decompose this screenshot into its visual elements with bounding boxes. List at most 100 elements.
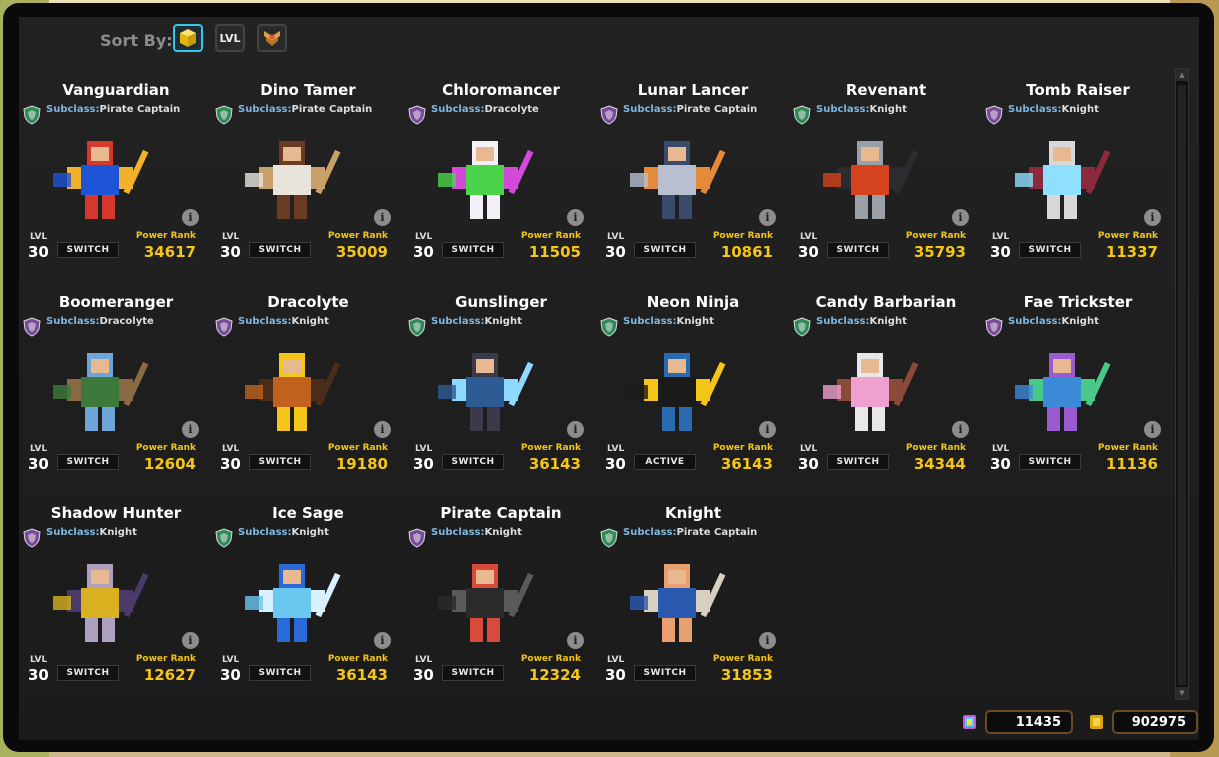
subclass-shield-icon xyxy=(408,528,426,548)
switch-class-button[interactable]: SWITCH xyxy=(57,454,119,470)
level-label: LVL xyxy=(800,444,818,454)
switch-class-button[interactable]: SWITCH xyxy=(249,665,311,681)
switch-class-button[interactable]: SWITCH xyxy=(827,454,889,470)
class-card[interactable]: Dino Tamer Subclass:Pirate Captain i LVL 30 S… xyxy=(215,79,401,279)
level-value: 30 xyxy=(413,455,434,473)
power-rank-value: 11505 xyxy=(528,243,581,261)
class-name: Pirate Captain xyxy=(440,504,562,522)
sort-by-level-button[interactable]: LVL xyxy=(215,24,245,52)
class-card[interactable]: Shadow Hunter Subclass:Knight i LVL 30 SWITCH… xyxy=(23,502,209,702)
switch-class-button[interactable]: SWITCH xyxy=(442,242,504,258)
class-card[interactable]: Chloromancer Subclass:Dracolyte i LVL 30 SWIT… xyxy=(408,79,594,279)
level-label: LVL xyxy=(222,655,240,665)
switch-class-button[interactable]: SWITCH xyxy=(57,242,119,258)
power-rank-value: 11337 xyxy=(1105,243,1158,261)
info-icon[interactable]: i xyxy=(374,209,391,226)
class-portrait xyxy=(438,353,534,431)
sort-by-power-button[interactable] xyxy=(173,24,203,52)
class-card[interactable]: Boomeranger Subclass:Dracolyte i LVL 30 SWITC… xyxy=(23,291,209,491)
info-icon[interactable]: i xyxy=(759,209,776,226)
info-icon[interactable]: i xyxy=(374,421,391,438)
subclass-text: Subclass:Pirate Captain xyxy=(623,104,757,115)
class-card[interactable]: Tomb Raiser Subclass:Knight i LVL 30 SWITCH Po… xyxy=(985,79,1171,279)
switch-class-button[interactable]: SWITCH xyxy=(1019,242,1081,258)
subclass-shield-icon xyxy=(215,528,233,548)
subclass-text: Subclass:Dracolyte xyxy=(431,104,539,115)
subclass-value: Dracolyte xyxy=(484,104,539,115)
subclass-shield-icon xyxy=(23,105,41,125)
cubits-icon xyxy=(963,715,976,729)
switch-class-button[interactable]: SWITCH xyxy=(634,242,696,258)
gold-coin-icon xyxy=(1090,715,1103,729)
power-rank-value: 35009 xyxy=(335,243,388,261)
class-card[interactable]: Knight Subclass:Pirate Captain i LVL 30 SWITC… xyxy=(600,502,786,702)
info-icon[interactable]: i xyxy=(567,632,584,649)
level-label: LVL xyxy=(222,444,240,454)
subclass-shield-icon xyxy=(23,528,41,548)
level-value: 30 xyxy=(990,243,1011,261)
subclass-key: Subclass: xyxy=(46,316,100,327)
scrollbar[interactable]: ▲ ▼ xyxy=(1175,68,1189,700)
class-card[interactable]: Ice Sage Subclass:Knight i LVL 30 SWITCH Power… xyxy=(215,502,401,702)
info-icon[interactable]: i xyxy=(759,632,776,649)
info-icon[interactable]: i xyxy=(952,209,969,226)
subclass-shield-icon xyxy=(600,105,618,125)
scroll-down-arrow-icon[interactable]: ▼ xyxy=(1176,687,1188,699)
class-name: Knight xyxy=(664,504,722,522)
gold-counter: 902975 xyxy=(1112,710,1198,734)
power-rank-value: 34617 xyxy=(143,243,196,261)
class-card[interactable]: Neon Ninja Subclass:Knight i LVL 30 ACTIVE Pow… xyxy=(600,291,786,491)
class-portrait xyxy=(630,353,726,431)
sort-by-rank-button[interactable] xyxy=(257,24,287,52)
subclass-text: Subclass:Knight xyxy=(238,527,329,538)
level-label: LVL xyxy=(222,232,240,242)
subclass-text: Subclass:Pirate Captain xyxy=(46,104,180,115)
active-class-button[interactable]: ACTIVE xyxy=(634,454,696,470)
switch-class-button[interactable]: SWITCH xyxy=(57,665,119,681)
level-value: 30 xyxy=(220,243,241,261)
info-icon[interactable]: i xyxy=(759,421,776,438)
switch-class-button[interactable]: SWITCH xyxy=(249,242,311,258)
subclass-value: Knight xyxy=(869,104,907,115)
subclass-shield-icon xyxy=(215,317,233,337)
switch-class-button[interactable]: SWITCH xyxy=(249,454,311,470)
info-icon[interactable]: i xyxy=(1144,421,1161,438)
info-icon[interactable]: i xyxy=(567,209,584,226)
subclass-shield-icon xyxy=(215,105,233,125)
info-icon[interactable]: i xyxy=(1144,209,1161,226)
switch-class-button[interactable]: SWITCH xyxy=(442,665,504,681)
info-icon[interactable]: i xyxy=(567,421,584,438)
switch-class-button[interactable]: SWITCH xyxy=(634,665,696,681)
class-portrait xyxy=(438,141,534,219)
info-icon[interactable]: i xyxy=(182,632,199,649)
subclass-text: Subclass:Pirate Captain xyxy=(623,527,757,538)
class-name: Candy Barbarian xyxy=(815,293,957,311)
switch-class-button[interactable]: SWITCH xyxy=(827,242,889,258)
class-card[interactable]: Lunar Lancer Subclass:Pirate Captain i LVL 3… xyxy=(600,79,786,279)
class-card[interactable]: Dracolyte Subclass:Knight i LVL 30 SWITCH Powe… xyxy=(215,291,401,491)
info-icon[interactable]: i xyxy=(182,421,199,438)
class-portrait xyxy=(823,141,919,219)
info-icon[interactable]: i xyxy=(374,632,391,649)
power-rank-value: 12324 xyxy=(528,666,581,684)
scroll-thumb[interactable] xyxy=(1178,85,1186,685)
subclass-value: Pirate Captain xyxy=(291,104,373,115)
class-card[interactable]: Vanguardian Subclass:Pirate Captain i LVL 30… xyxy=(23,79,209,279)
level-label: LVL xyxy=(30,655,48,665)
class-card[interactable]: Candy Barbarian Subclass:Knight i LVL 30 SWIT… xyxy=(793,291,979,491)
info-icon[interactable]: i xyxy=(182,209,199,226)
switch-class-button[interactable]: SWITCH xyxy=(1019,454,1081,470)
class-name: Dino Tamer xyxy=(260,81,356,99)
class-card[interactable]: Revenant Subclass:Knight i LVL 30 SWITCH Power… xyxy=(793,79,979,279)
subclass-value: Pirate Captain xyxy=(99,104,181,115)
class-card[interactable]: Fae Trickster Subclass:Knight i LVL 30 SWITCH… xyxy=(985,291,1171,491)
subclass-value: Pirate Captain xyxy=(676,104,758,115)
scroll-up-arrow-icon[interactable]: ▲ xyxy=(1176,69,1188,81)
class-card[interactable]: Pirate Captain Subclass:Knight i LVL 30 SWITC… xyxy=(408,502,594,702)
level-value: 30 xyxy=(990,455,1011,473)
subclass-key: Subclass: xyxy=(238,104,292,115)
info-icon[interactable]: i xyxy=(952,421,969,438)
class-card[interactable]: Gunslinger Subclass:Knight i LVL 30 SWITCH Pow… xyxy=(408,291,594,491)
level-value: 30 xyxy=(605,243,626,261)
switch-class-button[interactable]: SWITCH xyxy=(442,454,504,470)
